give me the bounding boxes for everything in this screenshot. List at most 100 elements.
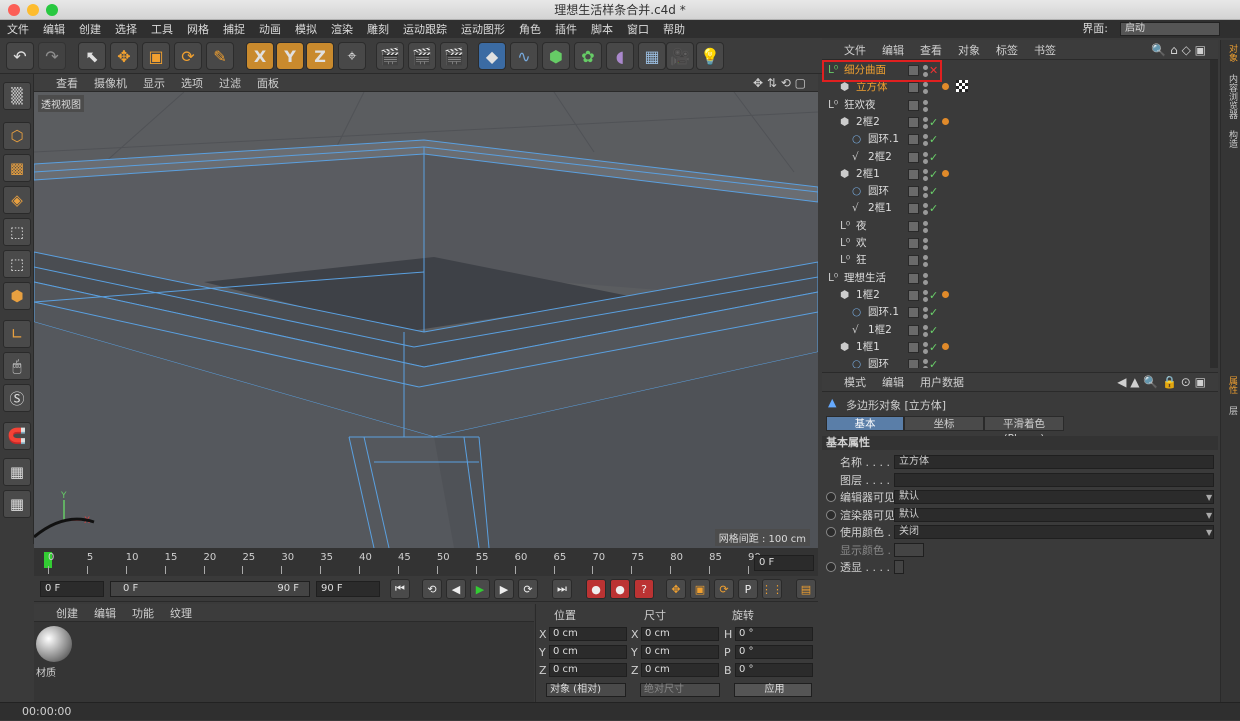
object-row[interactable]: √ 2框2 ✓ (822, 149, 1210, 166)
size-mode-select[interactable]: 绝对尺寸 (640, 683, 720, 697)
object-name[interactable]: 1框1 (856, 339, 880, 356)
model-mode-icon[interactable]: ⬡ (3, 122, 31, 150)
layer-swatch[interactable] (908, 289, 919, 301)
layer-swatch[interactable] (908, 116, 919, 128)
subdivision-surface-icon[interactable]: ⬢ (542, 42, 570, 70)
enabled-check-icon[interactable]: ✓ (929, 200, 938, 217)
property-value[interactable] (894, 472, 1214, 487)
render-visibility-dot[interactable] (923, 314, 928, 320)
om-menu-tags[interactable]: 标签 (988, 42, 1026, 58)
viewport-nav-icons[interactable]: ✥ ⇅ ⟲ ▢ (745, 76, 814, 90)
menu-motion-tracking[interactable]: 运动跟踪 (396, 21, 454, 37)
select-tool-icon[interactable]: ⬉ (78, 42, 106, 70)
object-name[interactable]: 1框2 (868, 322, 892, 339)
size-x-field[interactable]: 0 cm (641, 627, 719, 641)
layer-swatch[interactable] (908, 272, 919, 284)
layout-select[interactable]: 启动 (1120, 22, 1220, 36)
cloner-icon[interactable]: ✿ (574, 42, 602, 70)
menu-plugins[interactable]: 插件 (548, 21, 584, 37)
object-name[interactable]: 2框2 (856, 114, 880, 131)
om-menu-file[interactable]: 文件 (822, 42, 874, 58)
enabled-check-icon[interactable]: ✓ (929, 183, 938, 200)
layer-swatch[interactable] (908, 203, 919, 215)
points-mode-icon[interactable]: ⬚ (3, 218, 31, 246)
enabled-check-icon[interactable]: ✓ (929, 114, 938, 131)
tab-basic[interactable]: 基本 (826, 416, 904, 431)
current-frame-field[interactable]: 0 F (754, 555, 814, 571)
key-scale-icon[interactable]: ▣ (690, 579, 710, 599)
layer-swatch[interactable] (908, 255, 919, 267)
object-name[interactable]: 圆环.1 (868, 304, 899, 321)
menu-character[interactable]: 角色 (512, 21, 548, 37)
next-frame-icon[interactable]: ▶ (494, 579, 514, 599)
animate-radio[interactable] (826, 492, 836, 502)
menu-select[interactable]: 选择 (108, 21, 144, 37)
snap-icon[interactable]: 🧲 (3, 422, 31, 450)
material-menu-texture[interactable]: 纹理 (162, 605, 200, 621)
edges-mode-icon[interactable]: ⬚ (3, 250, 31, 278)
layer-swatch[interactable] (908, 99, 919, 111)
enabled-check-icon[interactable]: ✓ (929, 356, 938, 368)
dropdown-arrow-icon[interactable]: ▼ (1206, 524, 1214, 541)
editor-visibility-dot[interactable] (923, 341, 928, 347)
enabled-check-icon[interactable]: ✓ (929, 131, 938, 148)
animate-radio[interactable] (826, 509, 836, 520)
zoom-window-button[interactable] (46, 4, 58, 16)
object-name[interactable]: 夜 (856, 218, 867, 235)
undo-icon[interactable]: ↶ (6, 42, 34, 70)
render-visibility-dot[interactable] (923, 158, 928, 164)
workplane-mode-icon[interactable]: ◈ (3, 186, 31, 214)
material-menu-function[interactable]: 功能 (124, 605, 162, 621)
previous-frame-icon[interactable]: ◀ (446, 579, 466, 599)
make-editable-icon[interactable]: ▒ (3, 82, 31, 110)
render-visibility-dot[interactable] (923, 296, 928, 302)
planar-workplane-icon[interactable]: ▦ (3, 490, 31, 518)
deformer-icon[interactable]: ◖ (606, 42, 634, 70)
tab-phong[interactable]: 平滑着色(Phong) (984, 416, 1064, 445)
autokey-icon[interactable]: ● (610, 579, 630, 599)
render-visibility-dot[interactable] (923, 279, 928, 285)
layer-swatch[interactable] (908, 151, 919, 163)
om-search-home-icons[interactable]: 🔍 ⌂ ◇ ▣ (1143, 43, 1214, 57)
render-visibility-dot[interactable] (923, 193, 928, 199)
move-tool-icon[interactable]: ✥ (110, 42, 138, 70)
om-menu-view[interactable]: 查看 (912, 42, 950, 58)
render-visibility-dot[interactable] (923, 141, 928, 147)
render-visibility-dot[interactable] (923, 106, 928, 112)
property-value[interactable] (894, 560, 904, 574)
menu-edit[interactable]: 编辑 (36, 21, 72, 37)
key-pla-icon[interactable]: ⋮⋮ (761, 579, 783, 599)
am-nav-icons[interactable]: ◀ ▲ 🔍 🔒 ⊙ ▣ (1109, 375, 1214, 389)
workplane-lock-icon[interactable]: ▦ (3, 458, 31, 486)
object-name[interactable]: 欢 (856, 235, 867, 252)
object-row[interactable]: L⁰ 狂欢夜 (822, 97, 1210, 114)
layer-swatch[interactable] (908, 82, 919, 94)
object-row[interactable]: ○ 圆环 ✓ (822, 183, 1210, 200)
layer-swatch[interactable] (908, 359, 919, 368)
floor-icon[interactable]: ▦ (638, 42, 666, 70)
play-icon[interactable]: ▶ (470, 579, 490, 599)
object-row[interactable]: L⁰ 狂 (822, 252, 1210, 269)
redo-icon[interactable]: ↷ (38, 42, 66, 70)
render-visibility-dot[interactable] (923, 331, 928, 337)
viewport-menu-panel[interactable]: 面板 (249, 75, 287, 91)
tag-icon[interactable] (942, 290, 949, 298)
render-visibility-dot[interactable] (923, 175, 928, 181)
menu-sculpt[interactable]: 雕刻 (360, 21, 396, 37)
menu-mesh[interactable]: 网格 (180, 21, 216, 37)
tag-icon[interactable] (942, 342, 949, 350)
y-axis-icon[interactable]: Y (276, 42, 304, 70)
enabled-check-icon[interactable]: ✓ (929, 287, 938, 304)
layer-swatch[interactable] (908, 307, 919, 319)
object-tree-scrollbar[interactable] (1210, 60, 1218, 368)
coord-mode-select[interactable]: 对象 (相对) (546, 683, 626, 697)
minimize-window-button[interactable] (27, 4, 39, 16)
dropdown-arrow-icon[interactable]: ▼ (1206, 489, 1214, 506)
texture-tag-icon[interactable] (956, 80, 968, 93)
perspective-viewport[interactable]: Y X 透视视图 网格间距 : 100 cm (34, 92, 818, 548)
object-row[interactable]: ○ 圆环 ✓ (822, 356, 1210, 368)
layer-swatch[interactable] (908, 238, 919, 249)
x-axis-icon[interactable]: X (246, 42, 274, 70)
texture-mode-icon[interactable]: ▩ (3, 154, 31, 182)
editor-visibility-dot[interactable] (923, 116, 928, 122)
